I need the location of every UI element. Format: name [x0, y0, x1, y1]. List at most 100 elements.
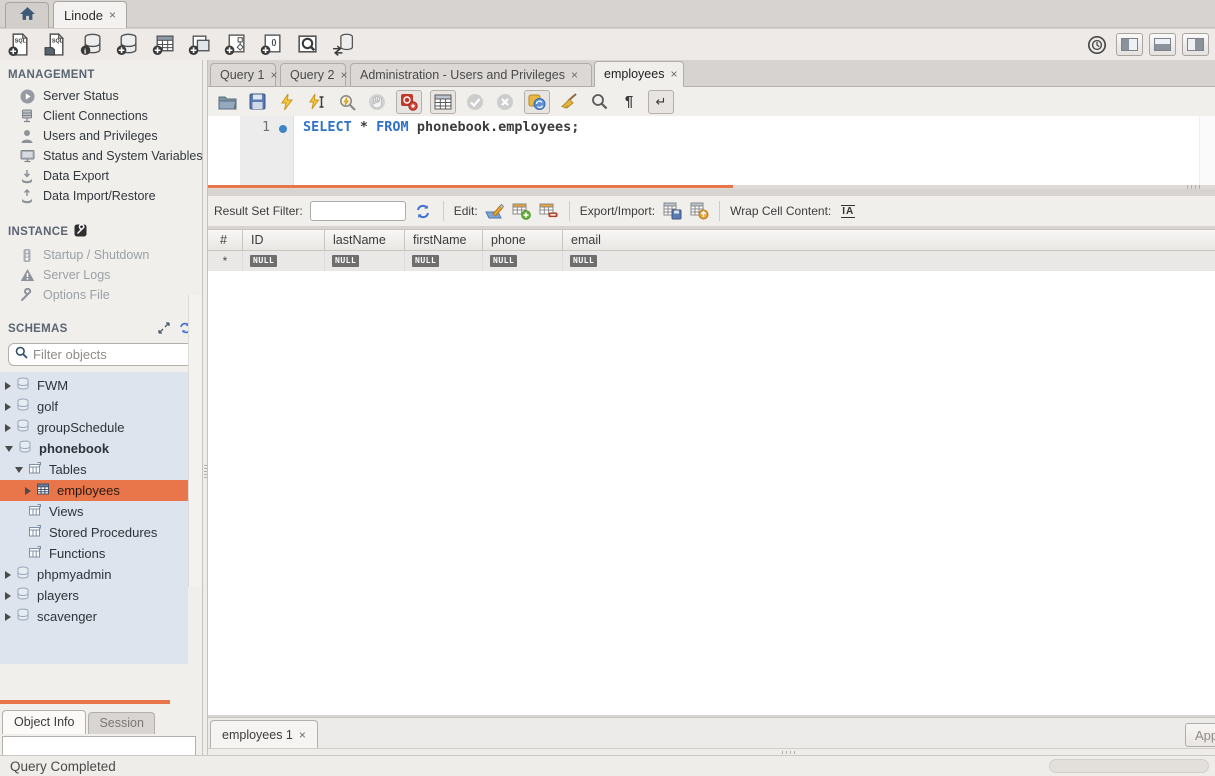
expander-icon[interactable] — [5, 613, 11, 621]
expander-icon[interactable] — [5, 382, 11, 390]
show-invisibles-icon[interactable]: ¶ — [618, 91, 640, 113]
expand-panel-icon[interactable] — [158, 322, 170, 337]
cell-phone[interactable]: NULL — [483, 251, 563, 271]
cell-email[interactable]: NULL — [563, 251, 1215, 271]
tree-item-tables-folder[interactable]: Tables — [0, 459, 188, 480]
tab-session[interactable]: Session — [88, 712, 154, 734]
sidebar-item-options-file[interactable]: Options File — [0, 285, 202, 305]
toggle-autocommit-icon[interactable] — [524, 90, 550, 114]
commit-icon[interactable] — [464, 91, 486, 113]
tree-item-schema[interactable]: golf — [0, 396, 188, 417]
toggle-right-panel-button[interactable] — [1182, 33, 1209, 56]
sidebar-item-data-import[interactable]: Data Import/Restore — [0, 186, 202, 206]
export-resultset-icon[interactable] — [662, 201, 682, 221]
bottom-splitter[interactable] — [208, 748, 1215, 755]
tree-item-views-folder[interactable]: Views — [0, 501, 188, 522]
explain-icon[interactable] — [336, 91, 358, 113]
reconnect-dbms-icon[interactable] — [330, 31, 357, 58]
toggle-left-panel-button[interactable] — [1116, 33, 1143, 56]
create-procedure-icon[interactable] — [222, 31, 249, 58]
expander-icon[interactable] — [25, 487, 31, 495]
cell-firstname[interactable]: NULL — [405, 251, 483, 271]
tab-query-2[interactable]: Query 2× — [280, 63, 346, 87]
column-header-id[interactable]: ID — [243, 230, 325, 251]
column-header-phone[interactable]: phone — [483, 230, 563, 251]
tab-employees[interactable]: employees× — [594, 61, 684, 87]
expander-icon[interactable] — [5, 403, 11, 411]
editor-result-splitter[interactable] — [208, 185, 1215, 189]
limit-rows-icon[interactable] — [430, 90, 456, 114]
close-icon[interactable]: × — [670, 67, 677, 81]
refresh-icon[interactable] — [413, 201, 433, 221]
tab-employees-1[interactable]: employees 1 × — [210, 720, 318, 749]
wrap-cell-icon[interactable]: IA — [838, 201, 858, 221]
sidebar-item-status-system-variables[interactable]: Status and System Variables — [0, 146, 202, 166]
open-sql-script-icon[interactable]: SQL — [42, 31, 69, 58]
tab-object-info[interactable]: Object Info — [2, 710, 86, 734]
expander-icon[interactable] — [5, 571, 11, 579]
result-grid-new-row[interactable]: * NULL NULL NULL NULL NULL — [208, 251, 1215, 271]
toggle-wrap-icon[interactable]: ↵ — [648, 90, 674, 114]
cell-lastname[interactable]: NULL — [325, 251, 405, 271]
edit-record-icon[interactable] — [485, 201, 505, 221]
clear-icon[interactable] — [558, 91, 580, 113]
expander-icon[interactable] — [5, 424, 11, 432]
column-header-email[interactable]: email — [563, 230, 1215, 251]
import-records-icon[interactable] — [689, 201, 709, 221]
schema-filter-input[interactable] — [33, 347, 202, 362]
tree-item-stored-procedures-folder[interactable]: Stored Procedures — [0, 522, 188, 543]
column-header-firstname[interactable]: firstName — [405, 230, 483, 251]
column-header-rownum[interactable]: # — [208, 230, 243, 251]
sql-code-line[interactable]: SELECT * FROM phonebook.employees; — [303, 119, 579, 135]
tab-query-1[interactable]: Query 1× — [210, 63, 276, 87]
find-icon[interactable] — [588, 91, 610, 113]
column-header-lastname[interactable]: lastName — [325, 230, 405, 251]
create-table-icon[interactable] — [150, 31, 177, 58]
inspect-database-icon[interactable]: i — [78, 31, 105, 58]
sidebar-item-data-export[interactable]: Data Export — [0, 166, 202, 186]
sidebar-item-client-connections[interactable]: Client Connections — [0, 106, 202, 126]
toggle-bottom-panel-button[interactable] — [1149, 33, 1176, 56]
expander-icon[interactable] — [15, 467, 23, 473]
sidebar-item-server-logs[interactable]: Server Logs — [0, 265, 202, 285]
execute-icon[interactable] — [276, 91, 298, 113]
cell-id[interactable]: NULL — [243, 251, 325, 271]
tree-item-schema[interactable]: phpmyadmin — [0, 564, 188, 585]
close-icon[interactable]: × — [571, 68, 578, 82]
editor-scrollbar[interactable] — [1199, 116, 1215, 185]
tree-item-schema[interactable]: players — [0, 585, 188, 606]
apply-button[interactable]: Apply — [1185, 723, 1215, 747]
tree-item-functions-folder[interactable]: Functions — [0, 543, 188, 564]
tree-scrollbar[interactable] — [188, 295, 202, 587]
sidebar-item-startup-shutdown[interactable]: Startup / Shutdown — [0, 245, 202, 265]
close-icon[interactable]: × — [340, 68, 347, 82]
create-function-icon[interactable]: () — [258, 31, 285, 58]
tree-item-table-employees[interactable]: employees — [0, 480, 202, 501]
rollback-icon[interactable] — [494, 91, 516, 113]
search-table-data-icon[interactable] — [294, 31, 321, 58]
create-view-icon[interactable] — [186, 31, 213, 58]
close-icon[interactable]: × — [109, 8, 116, 22]
tab-administration[interactable]: Administration - Users and Privileges× — [350, 63, 592, 87]
create-schema-icon[interactable] — [114, 31, 141, 58]
execute-current-icon[interactable] — [306, 91, 328, 113]
connection-tab[interactable]: Linode × — [53, 1, 127, 28]
tree-item-schema[interactable]: FWM — [0, 375, 188, 396]
sidebar-item-users-privileges[interactable]: Users and Privileges — [0, 126, 202, 146]
tree-item-schema[interactable]: groupSchedule — [0, 417, 188, 438]
stop-icon[interactable] — [366, 91, 388, 113]
tree-item-schema[interactable]: scavenger — [0, 606, 188, 627]
horizontal-scrollbar[interactable] — [1049, 759, 1209, 773]
result-set-filter-input[interactable] — [310, 201, 406, 221]
expander-icon[interactable] — [5, 446, 13, 452]
tree-item-schema-phonebook[interactable]: phonebook — [0, 438, 188, 459]
toggle-stop-on-error-icon[interactable] — [396, 90, 422, 114]
dashboard-icon[interactable] — [1083, 31, 1110, 58]
new-sql-tab-icon[interactable]: SQL — [6, 31, 33, 58]
open-file-icon[interactable] — [216, 91, 238, 113]
close-icon[interactable]: × — [299, 728, 306, 742]
save-icon[interactable] — [246, 91, 268, 113]
home-tab[interactable] — [5, 2, 49, 28]
add-row-icon[interactable] — [512, 201, 532, 221]
sql-editor[interactable]: 1 SELECT * FROM phonebook.employees; — [208, 116, 1215, 185]
